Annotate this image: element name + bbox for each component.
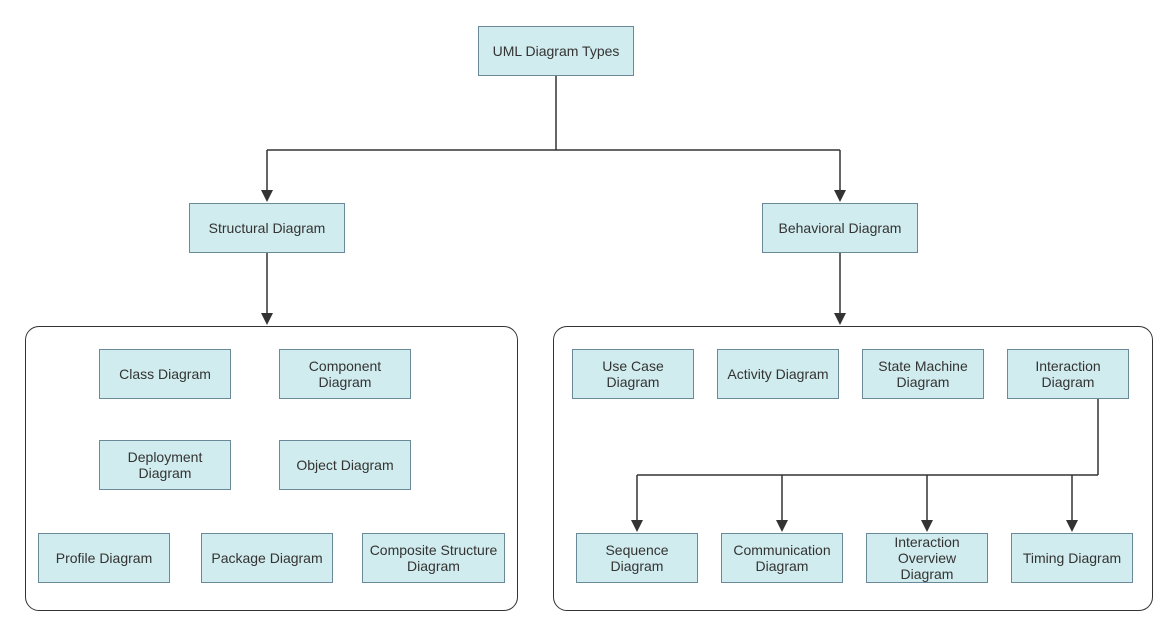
label: Deployment Diagram bbox=[104, 449, 226, 481]
node-package-diagram: Package Diagram bbox=[201, 533, 333, 583]
node-behavioral: Behavioral Diagram bbox=[762, 203, 918, 253]
label: UML Diagram Types bbox=[493, 43, 620, 59]
node-class-diagram: Class Diagram bbox=[99, 349, 231, 399]
node-interaction-overview-diagram: Interaction Overview Diagram bbox=[866, 533, 988, 583]
label: Interaction Overview Diagram bbox=[871, 534, 983, 582]
label: Package Diagram bbox=[211, 550, 322, 566]
node-composite-structure-diagram: Composite Structure Diagram bbox=[362, 533, 505, 583]
node-interaction-diagram: Interaction Diagram bbox=[1007, 349, 1129, 399]
label: Sequence Diagram bbox=[581, 542, 693, 574]
label: Activity Diagram bbox=[727, 366, 828, 382]
node-component-diagram: Component Diagram bbox=[279, 349, 411, 399]
label: Interaction Diagram bbox=[1012, 358, 1124, 390]
label: Object Diagram bbox=[296, 457, 393, 473]
label: Use Case Diagram bbox=[577, 358, 689, 390]
label: Timing Diagram bbox=[1023, 550, 1121, 566]
label: Class Diagram bbox=[119, 366, 211, 382]
node-root: UML Diagram Types bbox=[478, 26, 634, 76]
node-communication-diagram: Communication Diagram bbox=[721, 533, 843, 583]
node-statemachine-diagram: State Machine Diagram bbox=[862, 349, 984, 399]
label: Profile Diagram bbox=[56, 550, 152, 566]
node-deployment-diagram: Deployment Diagram bbox=[99, 440, 231, 490]
node-usecase-diagram: Use Case Diagram bbox=[572, 349, 694, 399]
label: Behavioral Diagram bbox=[779, 220, 902, 236]
label: Component Diagram bbox=[284, 358, 406, 390]
label: Communication Diagram bbox=[726, 542, 838, 574]
node-structural: Structural Diagram bbox=[189, 203, 345, 253]
node-activity-diagram: Activity Diagram bbox=[717, 349, 839, 399]
label: State Machine Diagram bbox=[867, 358, 979, 390]
label: Structural Diagram bbox=[209, 220, 326, 236]
node-timing-diagram: Timing Diagram bbox=[1011, 533, 1133, 583]
node-sequence-diagram: Sequence Diagram bbox=[576, 533, 698, 583]
label: Composite Structure Diagram bbox=[367, 542, 500, 574]
node-profile-diagram: Profile Diagram bbox=[38, 533, 170, 583]
node-object-diagram: Object Diagram bbox=[279, 440, 411, 490]
